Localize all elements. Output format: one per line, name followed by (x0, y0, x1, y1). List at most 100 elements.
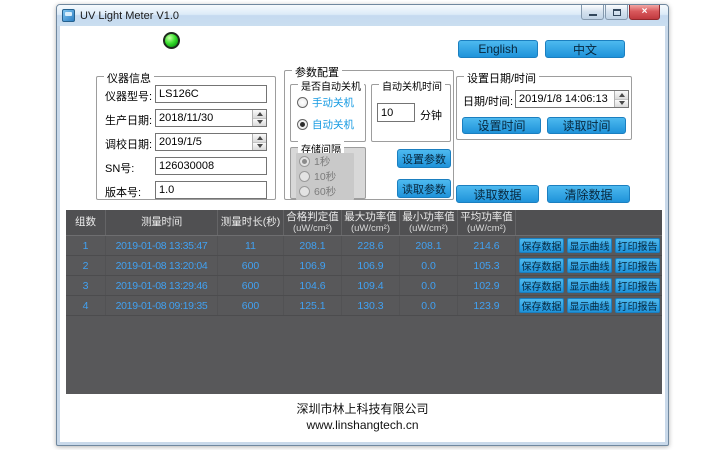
datetime-group: 设置日期/时间 日期/时间: 2019/1/8 14:06:13 设置时间 读取… (456, 76, 632, 140)
read-params-button[interactable]: 读取参数 (397, 179, 451, 198)
datetime-input[interactable]: 2019/1/8 14:06:13 (515, 90, 629, 108)
shutdown-time-input[interactable]: 10 (377, 103, 415, 122)
print-report-button[interactable]: 打印报告 (615, 278, 660, 293)
radio-interval-60s: 60秒 (296, 183, 354, 200)
col-header-time: 测量时间 (106, 210, 218, 235)
show-curve-button[interactable]: 显示曲线 (567, 238, 612, 253)
shutdown-time-unit: 分钟 (420, 107, 442, 123)
cell-min-power: 0.0 (400, 276, 458, 295)
calibration-date-spinner (252, 134, 266, 150)
shutdown-time-title: 自动关机时间 (379, 78, 445, 93)
model-input[interactable]: LS126C (155, 85, 267, 103)
save-data-button[interactable]: 保存数据 (519, 298, 564, 313)
spinner-down-icon[interactable] (615, 100, 628, 108)
save-data-button[interactable]: 保存数据 (519, 238, 564, 253)
footer-website[interactable]: www.linshangtech.cn (60, 418, 665, 432)
spinner-up-icon[interactable] (253, 110, 266, 119)
param-config-group: 参数配置 是否自动关机 手动关机 自动关机 自动关机时间 10 分钟 (284, 70, 454, 200)
save-data-button[interactable]: 保存数据 (519, 258, 564, 273)
table-row[interactable]: 3 2019-01-08 13:29:46 600 104.6 109.4 0.… (66, 276, 662, 296)
table-row[interactable]: 1 2019-01-08 13:35:47 11 208.1 228.6 208… (66, 236, 662, 256)
chinese-language-button[interactable]: 中文 (545, 40, 625, 58)
cell-min-power: 208.1 (400, 236, 458, 255)
maximize-button[interactable] (605, 5, 628, 20)
production-date-label: 生产日期: (105, 112, 152, 128)
cell-min-power: 0.0 (400, 296, 458, 315)
datetime-value: 2019/1/8 14:06:13 (519, 93, 608, 105)
production-date-spinner (252, 110, 266, 126)
calibration-date-label: 调校日期: (105, 136, 152, 152)
model-label: 仪器型号: (105, 88, 152, 104)
production-date-value: 2018/11/30 (159, 112, 213, 124)
datetime-label: 日期/时间: (463, 93, 513, 109)
row-actions: 保存数据 显示曲线 打印报告 (519, 256, 660, 275)
sn-label: SN号: (105, 160, 134, 176)
row-actions: 保存数据 显示曲线 打印报告 (519, 276, 660, 295)
maximize-icon (613, 9, 621, 16)
radio-auto-shutdown[interactable]: 自动关机 (297, 117, 354, 132)
radio-icon (297, 97, 308, 108)
cell-group-number: 3 (66, 276, 106, 295)
app-icon (62, 9, 75, 22)
col-header-min-power: 最小功率值(uW/cm²) (400, 210, 458, 235)
row-actions: 保存数据 显示曲线 打印报告 (519, 236, 660, 255)
read-data-button[interactable]: 读取数据 (456, 185, 539, 203)
radio-manual-shutdown[interactable]: 手动关机 (297, 95, 354, 110)
show-curve-button[interactable]: 显示曲线 (567, 258, 612, 273)
read-time-button[interactable]: 读取时间 (547, 117, 626, 134)
interval-1s-label: 1秒 (314, 154, 330, 169)
col-header-max-power: 最大功率值(uW/cm²) (342, 210, 400, 235)
spinner-up-icon[interactable] (253, 134, 266, 143)
measurement-table: 组数 测量时间 测量时长(秒) 合格判定值(uW/cm²) 最大功率值(uW/c… (66, 210, 662, 394)
shutdown-mode-title: 是否自动关机 (298, 78, 364, 93)
sn-input[interactable]: 126030008 (155, 157, 267, 175)
close-button[interactable]: × (629, 5, 660, 20)
radio-icon (299, 186, 310, 197)
cell-max-power: 130.3 (342, 296, 400, 315)
shutdown-mode-group: 是否自动关机 手动关机 自动关机 (290, 84, 366, 142)
version-input[interactable]: 1.0 (155, 181, 267, 199)
table-header: 组数 测量时间 测量时长(秒) 合格判定值(uW/cm²) 最大功率值(uW/c… (66, 210, 662, 236)
datetime-spinner (614, 91, 628, 107)
cell-max-power: 228.6 (342, 236, 400, 255)
footer-company: 深圳市林上科技有限公司 (60, 400, 665, 417)
print-report-button[interactable]: 打印报告 (615, 258, 660, 273)
minimize-button[interactable] (581, 5, 604, 20)
datetime-group-title: 设置日期/时间 (464, 70, 539, 86)
auto-shutdown-label: 自动关机 (312, 117, 354, 132)
instrument-group-title: 仪器信息 (104, 70, 154, 86)
set-params-button[interactable]: 设置参数 (397, 149, 451, 168)
cell-pass-value: 208.1 (284, 236, 342, 255)
storage-interval-group: 存储间隔 1秒 10秒 60秒 (290, 147, 366, 199)
title-bar[interactable]: UV Light Meter V1.0 × (57, 5, 668, 26)
table-row[interactable]: 4 2019-01-08 09:19:35 600 125.1 130.3 0.… (66, 296, 662, 316)
spinner-up-icon[interactable] (615, 91, 628, 100)
save-data-button[interactable]: 保存数据 (519, 278, 564, 293)
calibration-date-value: 2019/1/5 (159, 136, 202, 148)
app-window: UV Light Meter V1.0 × English 中文 仪器信息 仪器… (56, 4, 669, 446)
manual-shutdown-label: 手动关机 (312, 95, 354, 110)
show-curve-button[interactable]: 显示曲线 (567, 298, 612, 313)
print-report-button[interactable]: 打印报告 (615, 298, 660, 313)
cell-measure-time: 2019-01-08 13:20:04 (106, 256, 218, 275)
cell-measure-time: 2019-01-08 09:19:35 (106, 296, 218, 315)
clear-data-button[interactable]: 清除数据 (547, 185, 630, 203)
spinner-down-icon[interactable] (253, 119, 266, 127)
interval-10s-label: 10秒 (314, 169, 336, 184)
show-curve-button[interactable]: 显示曲线 (567, 278, 612, 293)
calibration-date-input[interactable]: 2019/1/5 (155, 133, 267, 151)
cell-min-power: 0.0 (400, 256, 458, 275)
window-title: UV Light Meter V1.0 (80, 10, 179, 22)
set-time-button[interactable]: 设置时间 (462, 117, 541, 134)
cell-max-power: 106.9 (342, 256, 400, 275)
window-controls: × (581, 5, 660, 20)
cell-avg-power: 105.3 (458, 256, 516, 275)
col-header-actions (516, 210, 662, 235)
production-date-input[interactable]: 2018/11/30 (155, 109, 267, 127)
cell-group-number: 4 (66, 296, 106, 315)
spinner-down-icon[interactable] (253, 143, 266, 151)
table-row[interactable]: 2 2019-01-08 13:20:04 600 106.9 106.9 0.… (66, 256, 662, 276)
col-header-pass-value: 合格判定值(uW/cm²) (284, 210, 342, 235)
print-report-button[interactable]: 打印报告 (615, 238, 660, 253)
english-language-button[interactable]: English (458, 40, 538, 58)
